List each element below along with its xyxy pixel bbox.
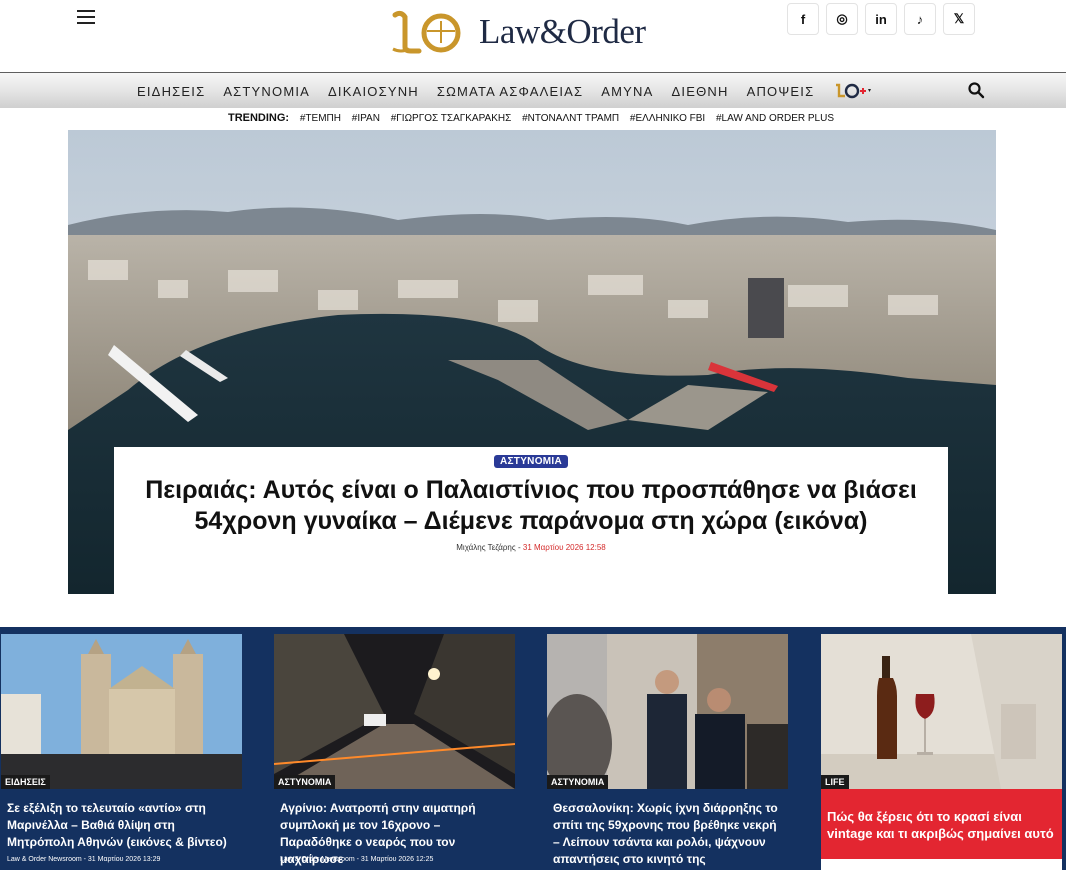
- nav-item-international[interactable]: ΔΙΕΘΝΗ: [663, 84, 738, 99]
- hamburger-menu-icon[interactable]: [77, 10, 95, 24]
- hero-article[interactable]: ΑΣΤΥΝΟΜΙΑ Πειραιάς: Αυτός είναι ο Παλαισ…: [68, 130, 996, 594]
- article-thumbnail[interactable]: ΕΙΔΗΣΕΙΣ: [1, 634, 242, 789]
- logo-mark-icon: [392, 10, 461, 54]
- author-name[interactable]: Μιχάλης Τεζάρης: [456, 543, 515, 552]
- category-tag[interactable]: ΑΣΤΥΝΟΜΙΑ: [274, 775, 336, 789]
- featured-articles-strip: ΕΙΔΗΣΕΙΣ Σε εξέλιξη το τελευταίο «αντίο»…: [0, 627, 1066, 870]
- nav-item-news[interactable]: ΕΙΔΗΣΕΙΣ: [128, 84, 214, 99]
- meta-separator: -: [517, 543, 521, 552]
- hero-caption-card: ΑΣΤΥΝΟΜΙΑ Πειραιάς: Αυτός είναι ο Παλαισ…: [114, 447, 948, 594]
- trending-link[interactable]: #ΝΤΟΝΑΛΝΤ ΤΡΑΜΠ: [522, 113, 619, 124]
- logo-text: Law&Order: [479, 12, 646, 51]
- trending-bar: TRENDING: #ΤΕΜΠΗ #ΙΡΑΝ #ΓΙΩΡΓΟΣ ΤΣΑΓΚΑΡΑ…: [0, 112, 1066, 124]
- site-header: Law&Order f ◎ in ♪ 𝕏: [0, 0, 1066, 72]
- category-tag[interactable]: LIFE: [821, 775, 849, 789]
- site-logo[interactable]: Law&Order: [391, 8, 646, 56]
- trending-link[interactable]: #ΤΕΜΠΗ: [300, 113, 341, 124]
- publish-date: 31 Μαρτίου 2026 12:58: [522, 543, 606, 552]
- trending-link[interactable]: #ΓΙΩΡΓΟΣ ΤΣΑΓΚΑΡΑΚΗΣ: [391, 113, 512, 124]
- nav-item-security-forces[interactable]: ΣΩΜΑΤΑ ΑΣΦΑΛΕΙΑΣ: [428, 84, 592, 99]
- article-meta: Law & Order Newsroom - 31 Μαρτίου 2026 1…: [7, 856, 161, 863]
- nav-item-justice[interactable]: ΔΙΚΑΙΟΣΥΝΗ: [319, 84, 428, 99]
- article-thumbnail[interactable]: ΑΣΤΥΝΟΜΙΑ: [547, 634, 788, 789]
- nav-item-plus-dropdown[interactable]: [823, 82, 873, 100]
- category-tag[interactable]: ΕΙΔΗΣΕΙΣ: [1, 775, 50, 789]
- category-badge[interactable]: ΑΣΤΥΝΟΜΙΑ: [493, 455, 569, 468]
- trending-link[interactable]: #LAW AND ORDER PLUS: [716, 113, 834, 124]
- search-icon[interactable]: [967, 81, 985, 99]
- trending-link[interactable]: #ΕΛΛΗΝΙΚΟ FBI: [630, 113, 705, 124]
- article-title[interactable]: Σε εξέλιξη το τελευταίο «αντίο» στη Μαρι…: [7, 800, 239, 851]
- article-card[interactable]: ΕΙΔΗΣΕΙΣ Σε εξέλιξη το τελευταίο «αντίο»…: [1, 634, 242, 870]
- trending-label: TRENDING:: [227, 112, 290, 124]
- article-title[interactable]: Θεσσαλονίκη: Χωρίς ίχνη διάρρηξης το σπί…: [553, 800, 785, 868]
- article-meta: Μιχάλης Τεζάρης - 31 Μαρτίου 2026 12:58: [114, 543, 948, 552]
- nav-item-police[interactable]: ΑΣΤΥΝΟΜΙΑ: [214, 84, 319, 99]
- nav-item-opinions[interactable]: ΑΠΟΨΕΙΣ: [738, 84, 824, 99]
- police-officers-image: [547, 634, 788, 789]
- lo-plus-logo-icon: [836, 83, 872, 99]
- article-thumbnail[interactable]: ΑΣΤΥΝΟΜΙΑ: [274, 634, 515, 789]
- linkedin-icon[interactable]: in: [865, 3, 897, 35]
- trending-link[interactable]: #ΙΡΑΝ: [352, 113, 380, 124]
- article-card[interactable]: LIFE Πώς θα ξέρεις ότι το κρασί είναι vi…: [821, 634, 1062, 870]
- hero-title[interactable]: Πειραιάς: Αυτός είναι ο Παλαιστίνιος που…: [144, 475, 918, 537]
- category-tag[interactable]: ΑΣΤΥΝΟΜΙΑ: [547, 775, 609, 789]
- article-card[interactable]: ΑΣΤΥΝΟΜΙΑ Αγρίνιο: Ανατροπή στην αιματηρ…: [274, 634, 515, 870]
- article-meta: Law & Order Newsroom - 31 Μαρτίου 2026 1…: [280, 856, 434, 863]
- wine-bottle-image: [821, 634, 1062, 789]
- article-card[interactable]: ΑΣΤΥΝΟΜΙΑ Θεσσαλονίκη: Χωρίς ίχνη διάρρη…: [547, 634, 788, 870]
- x-icon[interactable]: 𝕏: [943, 3, 975, 35]
- social-links: f ◎ in ♪ 𝕏: [787, 3, 982, 35]
- facebook-icon[interactable]: f: [787, 3, 819, 35]
- article-thumbnail[interactable]: LIFE: [821, 634, 1062, 789]
- nav-item-defense[interactable]: ΑΜΥΝΑ: [592, 84, 662, 99]
- article-title[interactable]: Πώς θα ξέρεις ότι το κρασί είναι vintage…: [827, 808, 1059, 842]
- instagram-icon[interactable]: ◎: [826, 3, 858, 35]
- cathedral-image: [1, 634, 242, 789]
- night-street-image: [274, 634, 515, 789]
- main-navigation: ΕΙΔΗΣΕΙΣ ΑΣΤΥΝΟΜΙΑ ΔΙΚΑΙΟΣΥΝΗ ΣΩΜΑΤΑ ΑΣΦ…: [0, 72, 1066, 108]
- tiktok-icon[interactable]: ♪: [904, 3, 936, 35]
